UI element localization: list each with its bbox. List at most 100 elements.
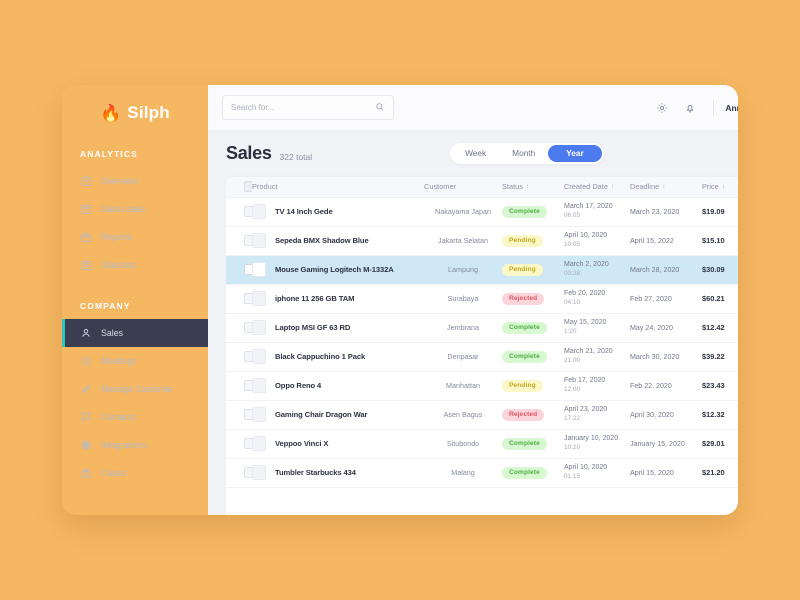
topbar: Annette Black [208, 85, 738, 131]
sidebar-item-label: Integrations [101, 440, 147, 450]
product-thumbnail-icon [252, 204, 266, 219]
price-cell: $15.10 [702, 236, 725, 245]
clock-icon [80, 355, 92, 367]
row-select-cell [226, 458, 255, 487]
product-name: Mouse Gaming Logitech M-1332A [275, 265, 394, 274]
column-header-created-date[interactable]: Created Date ↕ [564, 177, 630, 198]
created-date-cell: Feb 20, 2020 04:10 [564, 284, 630, 313]
customer-cell: Manhattan [446, 381, 480, 390]
sidebar-item-statistics[interactable]: Statistics [62, 251, 208, 279]
status-badge: Complete [502, 205, 547, 218]
created-date: January 10, 2020 [564, 435, 619, 443]
product-cell: iphone 11 256 GB TAM [252, 284, 424, 313]
table-row[interactable]: Sepeda BMX Shadow Blue Jakarta Selatan Pen… [226, 226, 738, 255]
flame-icon: 🔥 [100, 103, 122, 123]
tab-month[interactable]: Month [499, 145, 548, 162]
sort-icon: ↕ [525, 183, 529, 190]
status-badge: Complete [502, 350, 547, 363]
created-date: Feb 17, 2020 [564, 377, 606, 385]
product-cell: Sepeda BMX Shadow Blue [252, 226, 424, 255]
column-header-deadline[interactable]: Deadline ↕ [630, 177, 702, 198]
product-thumbnail-icon [252, 436, 266, 451]
created-date-cell: April 10, 2020 10:05 [564, 226, 630, 255]
sidebar-item-reports[interactable]: Reports [62, 223, 208, 251]
archive-icon [80, 231, 92, 243]
column-header-customer[interactable]: Customer [424, 177, 502, 198]
deadline-cell: April 15, 2022 [630, 236, 674, 245]
created-date: May 15, 2020 [564, 319, 607, 327]
product-cell: Oppo Reno 4 [252, 371, 424, 400]
sidebar-section-title-company: COMPANY [80, 301, 131, 311]
sidebar-item-sales[interactable]: Sales [62, 319, 208, 347]
table-row[interactable]: Laptop MSI GF 63 RD Jembrana Complete May 1… [226, 313, 738, 342]
created-date-cell: May 15, 2020 1:20 [564, 313, 630, 342]
product-cell: Mouse Gaming Logitech M-1332A [252, 255, 424, 284]
sidebar-item-label: Sales [101, 328, 124, 338]
content-area: Sales 322 total Week Month Year Export [208, 131, 738, 515]
product-thumbnail-icon [252, 407, 266, 422]
created-time: 10:05 [564, 240, 580, 248]
table-row[interactable]: iphone 11 256 GB TAM Surabaya Rejected Feb … [226, 284, 738, 313]
product-cell: Black Cappuchino 1 Pack [252, 342, 424, 371]
product-name: Laptop MSI GF 63 RD [275, 323, 351, 332]
table-row[interactable]: Gaming Chair Dragon War Asen Bagus Rejecte… [226, 400, 738, 429]
status-cell: Pending [502, 255, 564, 284]
product-cell: TV 14 Inch Gede [252, 197, 424, 226]
column-header-price[interactable]: Price ↕ [702, 177, 738, 198]
gear-icon[interactable] [653, 99, 671, 117]
status-badge: Pending [502, 379, 543, 392]
price-cell: $39.22 [702, 352, 725, 361]
chat-icon [80, 411, 92, 423]
table-head: Product Customer Status↕ Created Date↕ [226, 177, 738, 198]
created-date: March 17, 2020 [564, 203, 613, 211]
product-name: Sepeda BMX Shadow Blue [275, 236, 369, 245]
sidebar-item-overview[interactable]: Overview [62, 167, 208, 195]
table-row[interactable]: Veppoo Vinci X Situbondo Complete January 1… [226, 429, 738, 458]
column-label: Created Date [564, 182, 608, 192]
table-row[interactable]: Mouse Gaming Logitech M-1332A Lampung Pend… [226, 255, 738, 284]
select-all-header [226, 177, 255, 198]
table-row[interactable]: Tumbler Starbucks 434 Malang Complete April… [226, 458, 738, 487]
sidebar-item-integrations[interactable]: Integrations [62, 431, 208, 459]
bell-icon[interactable] [681, 99, 699, 117]
tab-year[interactable]: Year [548, 145, 602, 162]
row-select-cell [226, 197, 255, 226]
sidebar-section-title-analytics: ANALYTICS [80, 149, 138, 159]
column-header-status[interactable]: Status ↕ [502, 177, 564, 198]
search-box[interactable] [222, 95, 394, 120]
deadline-cell: April 15, 2020 [630, 468, 674, 477]
main-panel: Annette Black Sales 322 total Week Month… [208, 85, 738, 515]
created-date-cell: March 21, 2020 21:00 [564, 342, 630, 371]
status-cell: Pending [502, 226, 564, 255]
product-name: Veppoo Vinci X [275, 439, 329, 448]
sidebar-item-cases[interactable]: Cases [62, 459, 208, 487]
sales-table-card: Product Customer Status↕ Created Date↕ [226, 177, 738, 515]
sidebar-item-meetings[interactable]: Meetings [62, 347, 208, 375]
status-cell: Complete [502, 429, 564, 458]
customer-cell: Surabaya [447, 294, 479, 303]
table-row[interactable]: TV 14 Inch Gede Nakayama Japan Complete Mar… [226, 197, 738, 226]
page-title: Sales [226, 143, 272, 163]
table-row[interactable]: Black Cappuchino 1 Pack Denpasar Complete M… [226, 342, 738, 371]
user-icon [80, 327, 92, 339]
sidebar-section-analytics: ANALYTICS Overview Data Leaks Reports St… [62, 149, 208, 279]
product-cell: Tumbler Starbucks 434 [252, 458, 424, 487]
tab-week[interactable]: Week [452, 145, 499, 162]
created-date-cell: March 2, 2020 00:28 [564, 255, 630, 284]
app-window: 🔥 Silph ANALYTICS Overview Data Leaks Re… [62, 85, 738, 515]
product-thumbnail-icon [252, 378, 266, 393]
sidebar-item-label: Meetings [101, 356, 137, 366]
status-badge: Complete [502, 321, 547, 334]
product-name: Oppo Reno 4 [275, 381, 322, 390]
table-row[interactable]: Oppo Reno 4 Manhattan Pending Feb 17, 2020 1… [226, 371, 738, 400]
search-input[interactable] [231, 103, 375, 112]
created-date: Feb 20, 2020 [564, 290, 606, 298]
price-cell: $21.20 [702, 468, 725, 477]
sidebar-item-manage-customer[interactable]: Manage Customer [62, 375, 208, 403]
sidebar-item-contacts[interactable]: Contacts [62, 403, 208, 431]
deadline-cell: March 23, 2020 [630, 207, 680, 216]
sidebar-item-label: Contacts [101, 412, 136, 422]
sidebar-item-data-leaks[interactable]: Data Leaks [62, 195, 208, 223]
column-header-product[interactable]: Product [252, 177, 424, 198]
list-icon [80, 259, 92, 271]
